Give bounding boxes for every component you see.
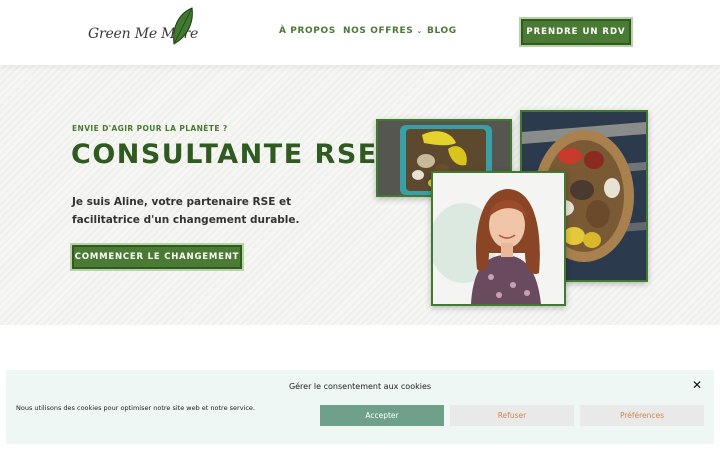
cookie-preferences-button[interactable]: Préférences xyxy=(580,405,704,426)
nav-item-blog[interactable]: BLOG xyxy=(427,26,457,36)
hero-section: ENVIE D'AGIR POUR LA PLANÈTE ? CONSULTAN… xyxy=(0,65,720,325)
close-icon[interactable]: ✕ xyxy=(692,378,702,392)
book-appointment-button[interactable]: PRENDRE UN RDV xyxy=(521,19,631,45)
hero-title: CONSULTANTE RSE xyxy=(71,139,378,170)
chevron-down-icon: ⌄ xyxy=(416,27,423,35)
nav-item-about[interactable]: À PROPOS xyxy=(279,26,336,36)
nav-item-offers-label: NOS OFFRES xyxy=(343,26,414,36)
start-change-button[interactable]: COMMENCER LE CHANGEMENT xyxy=(72,245,242,269)
site-header: Green Me More À PROPOS NOS OFFRES ⌄ BLOG … xyxy=(0,0,720,65)
cookie-banner-title: Gérer le consentement aux cookies xyxy=(288,382,432,391)
refuse-cookies-button[interactable]: Refuser xyxy=(450,405,574,426)
portrait-photo xyxy=(431,171,566,306)
hero-intro: Je suis Aline, votre partenaire RSE et f… xyxy=(72,196,300,226)
nav-item-offers[interactable]: NOS OFFRES ⌄ xyxy=(343,26,423,36)
cookie-banner-text: Nous utilisons des cookies pour optimise… xyxy=(16,404,255,412)
accept-cookies-button[interactable]: Accepter xyxy=(320,405,444,426)
portrait-illustration xyxy=(433,173,564,304)
hero-eyebrow: ENVIE D'AGIR POUR LA PLANÈTE ? xyxy=(72,124,228,133)
cookie-banner: Gérer le consentement aux cookies ✕ Nous… xyxy=(6,370,714,444)
